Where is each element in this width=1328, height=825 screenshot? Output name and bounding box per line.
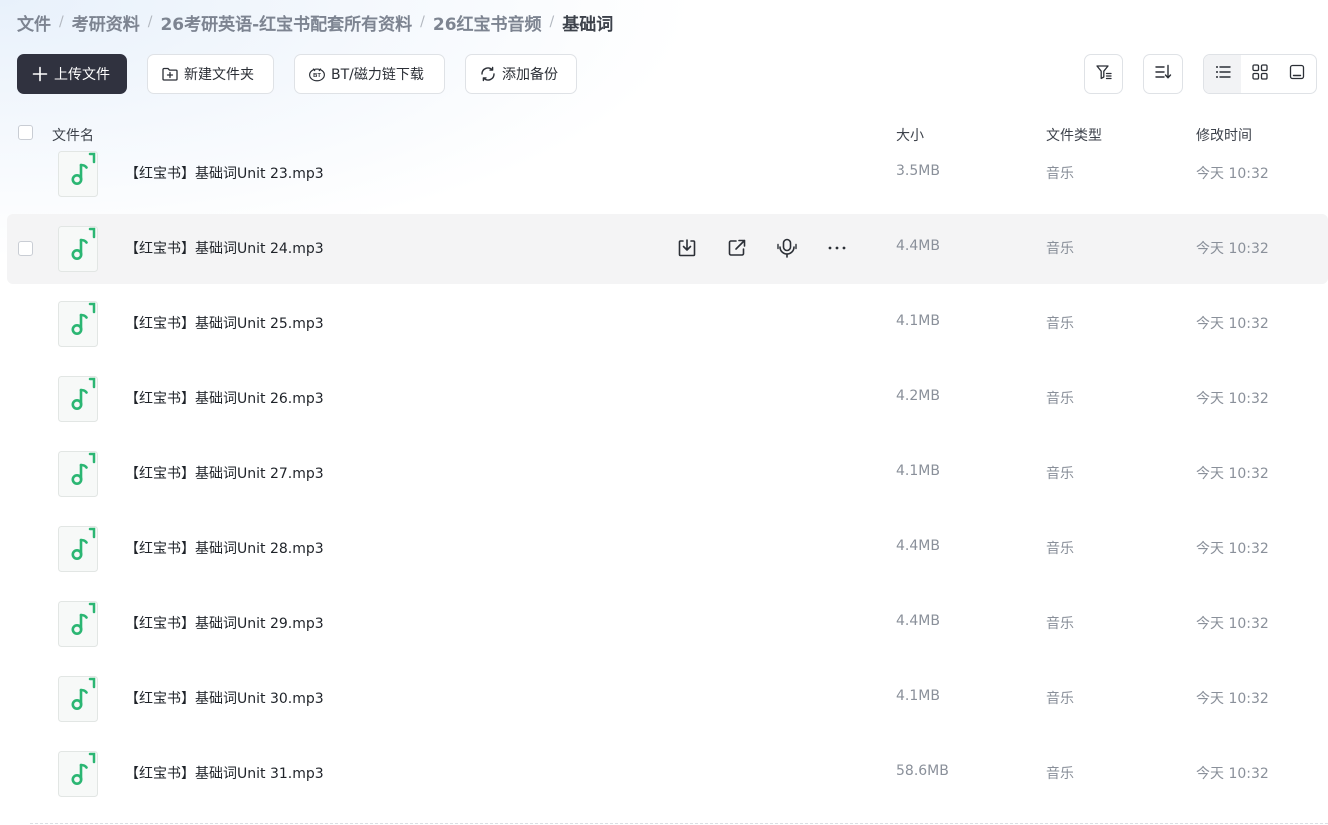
file-size: 4.4MB bbox=[896, 238, 940, 254]
file-name[interactable]: 【红宝书】基础词Unit 24.mp3 bbox=[125, 238, 324, 258]
row-checkbox[interactable] bbox=[18, 241, 33, 256]
file-type: 音乐 bbox=[1046, 241, 1074, 257]
table-row[interactable]: 【红宝书】基础词Unit 26.mp3 4.2MB 音乐 今天 10:32 bbox=[7, 364, 1328, 434]
file-name[interactable]: 【红宝书】基础词Unit 30.mp3 bbox=[125, 688, 324, 708]
file-name[interactable]: 【红宝书】基础词Unit 29.mp3 bbox=[125, 613, 324, 633]
file-modified-time: 今天 10:32 bbox=[1196, 316, 1269, 332]
table-row[interactable]: 【红宝书】基础词Unit 30.mp3 4.1MB 音乐 今天 10:32 bbox=[7, 664, 1328, 734]
share-button[interactable] bbox=[725, 236, 749, 260]
file-modified-time: 今天 10:32 bbox=[1196, 541, 1269, 557]
file-size: 3.5MB bbox=[896, 163, 940, 179]
file-size: 4.1MB bbox=[896, 688, 940, 704]
file-modified-time: 今天 10:32 bbox=[1196, 766, 1269, 782]
music-note-icon bbox=[58, 151, 98, 197]
file-type: 音乐 bbox=[1046, 766, 1074, 782]
table-row[interactable]: 【红宝书】基础词Unit 27.mp3 4.1MB 音乐 今天 10:32 bbox=[7, 439, 1328, 509]
list-bottom-divider bbox=[30, 823, 1328, 824]
audio-transcribe-button[interactable] bbox=[775, 236, 799, 260]
music-note-icon bbox=[58, 601, 98, 647]
music-note-icon bbox=[58, 226, 98, 272]
file-name[interactable]: 【红宝书】基础词Unit 27.mp3 bbox=[125, 463, 324, 483]
music-note-icon bbox=[58, 526, 98, 572]
more-icon bbox=[826, 237, 848, 259]
music-note-icon bbox=[58, 376, 98, 422]
music-note-icon bbox=[58, 451, 98, 497]
file-size: 4.2MB bbox=[896, 388, 940, 404]
music-note-icon bbox=[58, 676, 98, 722]
file-modified-time: 今天 10:32 bbox=[1196, 466, 1269, 482]
download-button[interactable] bbox=[675, 236, 699, 260]
file-name[interactable]: 【红宝书】基础词Unit 26.mp3 bbox=[125, 388, 324, 408]
file-size: 4.1MB bbox=[896, 463, 940, 479]
table-row[interactable]: 【红宝书】基础词Unit 25.mp3 4.1MB 音乐 今天 10:32 bbox=[7, 289, 1328, 359]
table-row[interactable]: 【红宝书】基础词Unit 29.mp3 4.4MB 音乐 今天 10:32 bbox=[7, 589, 1328, 659]
table-row[interactable]: 【红宝书】基础词Unit 31.mp3 58.6MB 音乐 今天 10:32 bbox=[7, 739, 1328, 809]
audio-transcribe-icon bbox=[776, 237, 798, 259]
table-row[interactable]: 【红宝书】基础词Unit 28.mp3 4.4MB 音乐 今天 10:32 bbox=[7, 514, 1328, 584]
file-type: 音乐 bbox=[1046, 391, 1074, 407]
file-size: 4.4MB bbox=[896, 538, 940, 554]
music-note-icon bbox=[58, 301, 98, 347]
file-name[interactable]: 【红宝书】基础词Unit 31.mp3 bbox=[125, 763, 324, 783]
music-note-icon bbox=[58, 751, 98, 797]
more-button[interactable] bbox=[825, 236, 849, 260]
share-icon bbox=[726, 237, 748, 259]
file-name[interactable]: 【红宝书】基础词Unit 23.mp3 bbox=[125, 163, 324, 183]
file-modified-time: 今天 10:32 bbox=[1196, 391, 1269, 407]
table-row[interactable]: 【红宝书】基础词Unit 23.mp3 3.5MB 音乐 今天 10:32 bbox=[7, 139, 1328, 209]
file-name[interactable]: 【红宝书】基础词Unit 25.mp3 bbox=[125, 313, 324, 333]
file-list: 【红宝书】基础词Unit 23.mp3 3.5MB 音乐 今天 10:32 【红宝书】基… bbox=[0, 0, 1328, 825]
file-type: 音乐 bbox=[1046, 541, 1074, 557]
file-size: 4.4MB bbox=[896, 613, 940, 629]
file-type: 音乐 bbox=[1046, 466, 1074, 482]
file-type: 音乐 bbox=[1046, 691, 1074, 707]
file-size: 4.1MB bbox=[896, 313, 940, 329]
file-modified-time: 今天 10:32 bbox=[1196, 691, 1269, 707]
file-modified-time: 今天 10:32 bbox=[1196, 166, 1269, 182]
row-actions bbox=[675, 236, 849, 260]
file-size: 58.6MB bbox=[896, 763, 949, 779]
file-type: 音乐 bbox=[1046, 616, 1074, 632]
file-type: 音乐 bbox=[1046, 166, 1074, 182]
file-type: 音乐 bbox=[1046, 316, 1074, 332]
download-icon bbox=[676, 237, 698, 259]
file-modified-time: 今天 10:32 bbox=[1196, 241, 1269, 257]
file-modified-time: 今天 10:32 bbox=[1196, 616, 1269, 632]
file-name[interactable]: 【红宝书】基础词Unit 28.mp3 bbox=[125, 538, 324, 558]
table-row[interactable]: 【红宝书】基础词Unit 24.mp3 4.4MB 音乐 今天 10:32 bbox=[7, 214, 1328, 284]
